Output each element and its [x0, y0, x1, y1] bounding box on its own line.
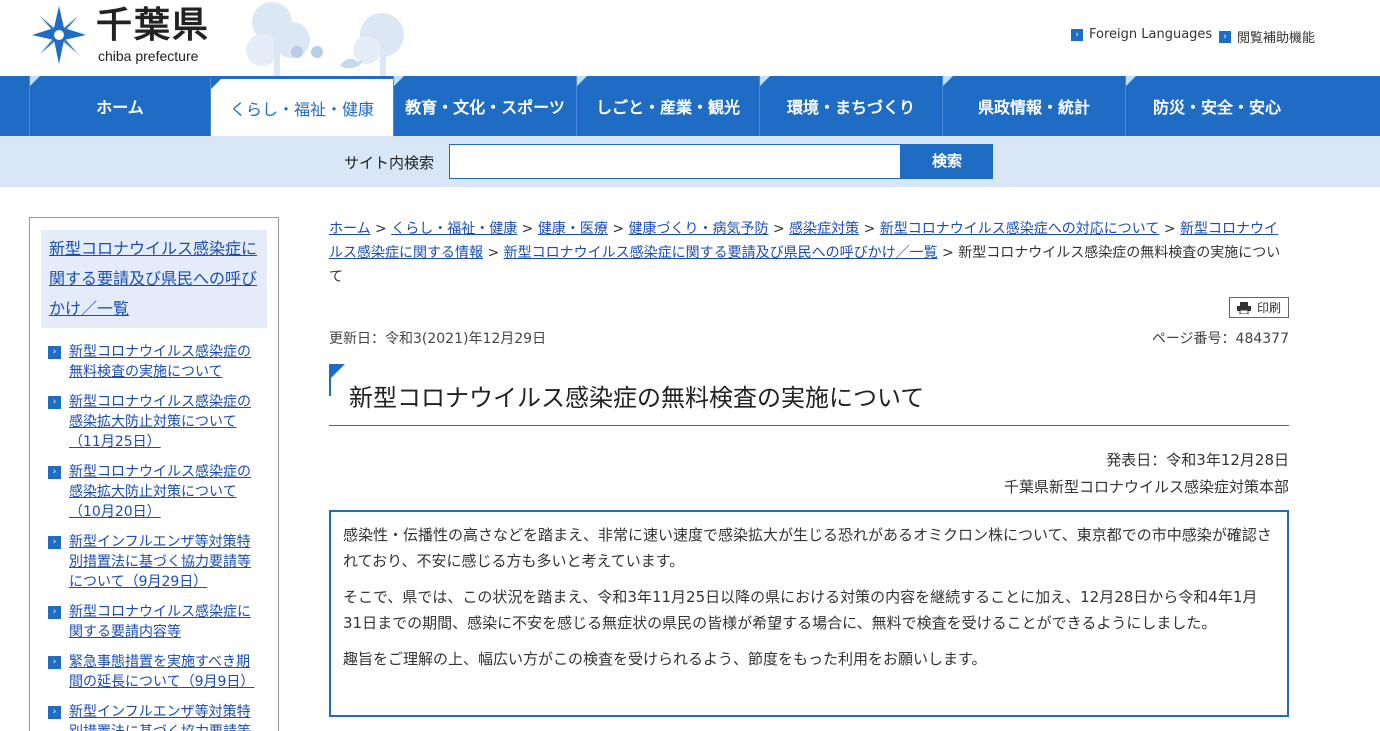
- nav-item-safety[interactable]: 防災・安全・安心: [1125, 76, 1308, 136]
- chevron-right-icon: ›: [1219, 30, 1231, 43]
- nav-item-government[interactable]: 県政情報・統計: [942, 76, 1125, 136]
- chevron-right-icon: ›: [48, 396, 61, 409]
- publication-info: 発表日：令和3年12月28日 千葉県新型コロナウイルス感染症対策本部: [1004, 447, 1289, 501]
- accessibility-label: 閲覧補助機能: [1237, 31, 1316, 46]
- nav-label: 防災・安全・安心: [1152, 98, 1281, 117]
- site-search-bar: サイト内検索 検索: [0, 136, 1380, 187]
- breadcrumb-link-covid-response[interactable]: 新型コロナウイルス感染症への対応について: [880, 221, 1160, 237]
- breadcrumb-separator: >: [768, 221, 790, 237]
- main-content: ホーム > くらし・福祉・健康 > 健康・医療 > 健康づくり・病気予防 > 感…: [329, 217, 1289, 717]
- breadcrumb-link-health[interactable]: 健康・医療: [538, 221, 608, 237]
- breadcrumb-separator: >: [517, 221, 538, 237]
- sidebar-heading[interactable]: 新型コロナウイルス感染症に関する要請及び県民への呼びかけ／一覧: [41, 230, 267, 328]
- breadcrumb: ホーム > くらし・福祉・健康 > 健康・医療 > 健康づくり・病気予防 > 感…: [329, 217, 1289, 289]
- sidebar-item[interactable]: › 新型インフルエンザ等対策特別措置法に基づく協力要請等について（9月29日）: [48, 532, 263, 592]
- breadcrumb-separator: >: [483, 245, 504, 261]
- nav-label: ホーム: [96, 98, 144, 117]
- title-side-bar: [329, 364, 331, 396]
- page-title: 新型コロナウイルス感染症の無料検査の実施について: [349, 384, 925, 412]
- nav-label: しごと・産業・観光: [595, 98, 740, 117]
- site-logo[interactable]: 千葉県 chiba prefecture: [28, 4, 228, 68]
- sidebar-item[interactable]: › 新型コロナウイルス感染症に関する要請内容等: [48, 602, 263, 642]
- foreign-languages-label: Foreign Languages: [1089, 27, 1213, 42]
- print-button[interactable]: 印刷: [1229, 297, 1289, 318]
- site-header: 千葉県 chiba prefecture › Foreign Languages…: [0, 0, 1380, 76]
- title-corner-mark: [329, 364, 345, 380]
- sidebar-item-link[interactable]: 新型コロナウイルス感染症の感染拡大防止対策について（11月25日）: [69, 392, 263, 452]
- page-number: ページ番号：484377: [1151, 331, 1289, 347]
- accessibility-link[interactable]: › 閲覧補助機能: [1219, 27, 1315, 46]
- sidebar-item[interactable]: › 新型インフルエンザ等対策特別措置法に基づく協力要請等: [48, 702, 263, 731]
- breadcrumb-separator: >: [937, 245, 959, 261]
- breadcrumb-separator: >: [607, 221, 629, 237]
- breadcrumb-link-prevention[interactable]: 健康づくり・病気予防: [629, 221, 769, 237]
- global-nav: ホーム くらし・福祉・健康 教育・文化・スポーツ しごと・産業・観光 環境・まち…: [0, 76, 1380, 136]
- nav-corner: [394, 76, 404, 86]
- sidebar-item-link[interactable]: 新型コロナウイルス感染症に関する要請内容等: [69, 602, 263, 642]
- nav-corner: [1126, 76, 1136, 86]
- search-button[interactable]: 検索: [901, 144, 993, 179]
- notice-paragraph: 感染性・伝播性の高さなどを踏まえ、非常に速い速度で感染拡大が生じる恐れがあるオミ…: [343, 526, 1272, 570]
- nav-label: 県政情報・統計: [977, 98, 1090, 117]
- breadcrumb-link-infection[interactable]: 感染症対策: [789, 221, 859, 237]
- logo-kanji: 千葉県: [96, 5, 211, 46]
- page-title-block: 新型コロナウイルス感染症の無料検査の実施について: [329, 364, 1289, 426]
- updated-date: 更新日：令和3(2021)年12月29日: [329, 331, 547, 347]
- chevron-right-icon: ›: [48, 536, 61, 549]
- sidebar-item-link[interactable]: 新型インフルエンザ等対策特別措置法に基づく協力要請等: [69, 702, 263, 731]
- chevron-right-icon: ›: [48, 606, 61, 619]
- breadcrumb-separator: >: [859, 221, 880, 237]
- publication-org: 千葉県新型コロナウイルス感染症対策本部: [1003, 478, 1289, 496]
- sidebar-item[interactable]: › 新型コロナウイルス感染症の感染拡大防止対策について（10月20日）: [48, 462, 263, 522]
- chevron-right-icon: ›: [48, 466, 61, 479]
- sidebar-heading-link[interactable]: 新型コロナウイルス感染症に関する要請及び県民への呼びかけ／一覧: [49, 239, 257, 318]
- breadcrumb-link-home[interactable]: ホーム: [329, 221, 371, 237]
- sidebar: 新型コロナウイルス感染症に関する要請及び県民への呼びかけ／一覧 › 新型コロナウイ…: [29, 217, 279, 731]
- breadcrumb-link-requests-list[interactable]: 新型コロナウイルス感染症に関する要請及び県民への呼びかけ／一覧: [504, 245, 938, 261]
- chiba-star-icon: [32, 6, 86, 64]
- notice-box: 感染性・伝播性の高さなどを踏まえ、非常に速い速度で感染拡大が生じる恐れがあるオミ…: [329, 510, 1289, 717]
- sidebar-item-link[interactable]: 新型インフルエンザ等対策特別措置法に基づく協力要請等について（9月29日）: [69, 532, 263, 592]
- nav-item-living[interactable]: くらし・福祉・健康: [210, 76, 393, 136]
- print-label: 印刷: [1256, 301, 1281, 315]
- nav-label: 環境・まちづくり: [786, 98, 915, 117]
- decorative-illustration: [246, 2, 404, 76]
- nav-corner: [760, 76, 770, 86]
- nav-item-education[interactable]: 教育・文化・スポーツ: [393, 76, 576, 136]
- logo-roman: chiba prefecture: [98, 48, 199, 64]
- breadcrumb-separator: >: [370, 221, 392, 237]
- search-label: サイト内検索: [344, 154, 435, 172]
- nav-item-environment[interactable]: 環境・まちづくり: [759, 76, 942, 136]
- nav-corner: [943, 76, 953, 86]
- sidebar-item-link[interactable]: 新型コロナウイルス感染症の無料検査の実施について: [69, 342, 263, 382]
- sidebar-item[interactable]: › 新型コロナウイルス感染症の感染拡大防止対策について（11月25日）: [48, 392, 263, 452]
- nav-corner: [211, 79, 221, 89]
- chevron-right-icon: ›: [48, 346, 61, 359]
- chevron-right-icon: ›: [48, 706, 61, 719]
- nav-corner: [577, 76, 587, 86]
- sidebar-item[interactable]: › 新型コロナウイルス感染症の無料検査の実施について: [48, 342, 263, 382]
- chevron-right-icon: ›: [48, 656, 61, 669]
- breadcrumb-separator: >: [1159, 221, 1181, 237]
- nav-item-home[interactable]: ホーム: [29, 76, 210, 136]
- sidebar-list: › 新型コロナウイルス感染症の無料検査の実施について › 新型コロナウイルス感染症の…: [30, 342, 278, 731]
- notice-paragraph: 趣旨をご理解の上、幅広い方がこの検査を受けられるよう、節度をもった利用をお願いし…: [343, 650, 987, 668]
- search-input[interactable]: [449, 144, 901, 179]
- notice-paragraph: そこで、県では、この状況を踏まえ、令和3年11月25日以降の県における対策の内容…: [343, 588, 1258, 632]
- chevron-right-icon: ›: [1071, 28, 1083, 41]
- publication-date: 発表日：令和3年12月28日: [1106, 451, 1289, 469]
- nav-label: くらし・福祉・健康: [229, 99, 374, 119]
- nav-label: 教育・文化・スポーツ: [405, 98, 565, 117]
- nav-item-work[interactable]: しごと・産業・観光: [576, 76, 759, 136]
- foreign-languages-link[interactable]: › Foreign Languages: [1071, 27, 1212, 42]
- sidebar-item-link[interactable]: 新型コロナウイルス感染症の感染拡大防止対策について（10月20日）: [69, 462, 263, 522]
- sidebar-item[interactable]: › 緊急事態措置を実施すべき期間の延長について（9月9日）: [48, 652, 263, 692]
- printer-icon: [1236, 301, 1251, 314]
- sidebar-item-link[interactable]: 緊急事態措置を実施すべき期間の延長について（9月9日）: [69, 652, 263, 692]
- nav-corner: [30, 76, 40, 86]
- breadcrumb-link-living[interactable]: くらし・福祉・健康: [391, 221, 517, 237]
